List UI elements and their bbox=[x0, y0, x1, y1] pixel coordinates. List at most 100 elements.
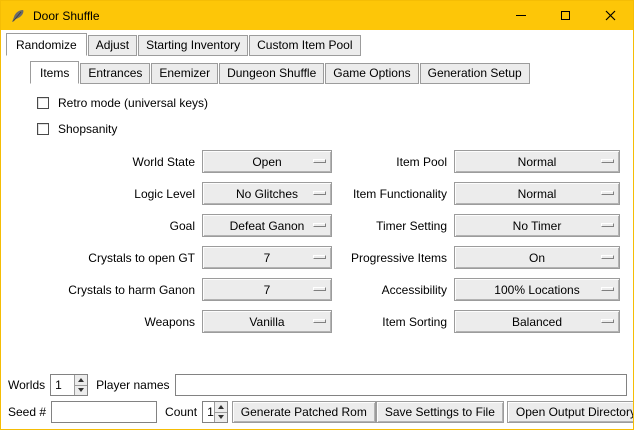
spin-down-arrow-icon bbox=[218, 415, 224, 419]
timer-setting-label: Timer Setting bbox=[339, 219, 447, 233]
spin-arrows bbox=[74, 375, 87, 395]
crystals-open-gt-dropdown[interactable]: 7 bbox=[202, 246, 332, 269]
world-state-value: Open bbox=[252, 155, 281, 169]
spin-up-arrow-icon bbox=[78, 378, 84, 382]
retro-mode-checkbox[interactable] bbox=[37, 97, 49, 109]
worlds-spinbox[interactable]: 1 bbox=[50, 374, 88, 396]
item-sorting-value: Balanced bbox=[512, 315, 562, 329]
crystals-harm-ganon-value: 7 bbox=[264, 283, 271, 297]
dropdown-indicator-icon bbox=[313, 191, 326, 195]
progressive-items-label: Progressive Items bbox=[339, 251, 447, 265]
goal-label: Goal bbox=[27, 219, 195, 233]
count-spinbox[interactable]: 1 bbox=[202, 401, 228, 423]
tab-randomize[interactable]: Randomize bbox=[6, 33, 87, 56]
dropdown-indicator-icon bbox=[601, 319, 614, 323]
accessibility-value: 100% Locations bbox=[494, 283, 579, 297]
feather-icon bbox=[10, 8, 26, 24]
tab-dungeon-shuffle[interactable]: Dungeon Shuffle bbox=[219, 63, 324, 84]
minimize-icon bbox=[516, 15, 526, 16]
progressive-items-dropdown[interactable]: On bbox=[454, 246, 620, 269]
item-functionality-label: Item Functionality bbox=[339, 187, 447, 201]
titlebar[interactable]: Door Shuffle bbox=[1, 1, 633, 30]
dropdown-indicator-icon bbox=[601, 255, 614, 259]
player-names-input[interactable] bbox=[175, 374, 628, 396]
item-pool-label: Item Pool bbox=[339, 155, 447, 169]
item-functionality-dropdown[interactable]: Normal bbox=[454, 182, 620, 205]
logic-level-dropdown[interactable]: No Glitches bbox=[202, 182, 332, 205]
secondary-tabs: Items Entrances Enemizer Dungeon Shuffle… bbox=[30, 61, 633, 84]
count-value: 1 bbox=[203, 402, 214, 422]
spin-arrows bbox=[214, 402, 227, 422]
shopsanity-checkbox[interactable] bbox=[37, 123, 49, 135]
item-sorting-label: Item Sorting bbox=[339, 315, 447, 329]
dropdown-indicator-icon bbox=[601, 223, 614, 227]
weapons-value: Vanilla bbox=[249, 315, 284, 329]
app-window: Door Shuffle Randomize Adjust Starting I… bbox=[0, 0, 634, 430]
retro-mode-row: Retro mode (universal keys) bbox=[37, 96, 633, 110]
shopsanity-label: Shopsanity bbox=[58, 122, 117, 136]
worlds-row: Worlds 1 Player names bbox=[8, 374, 627, 396]
maximize-button[interactable] bbox=[543, 1, 588, 30]
seed-input[interactable] bbox=[51, 401, 157, 423]
spin-down-button[interactable] bbox=[215, 413, 227, 423]
crystals-open-gt-label: Crystals to open GT bbox=[27, 251, 195, 265]
minimize-button[interactable] bbox=[498, 1, 543, 30]
crystals-open-gt-value: 7 bbox=[264, 251, 271, 265]
accessibility-dropdown[interactable]: 100% Locations bbox=[454, 278, 620, 301]
weapons-label: Weapons bbox=[27, 315, 195, 329]
tab-custom-item-pool[interactable]: Custom Item Pool bbox=[249, 35, 360, 56]
weapons-dropdown[interactable]: Vanilla bbox=[202, 310, 332, 333]
spin-up-arrow-icon bbox=[218, 405, 224, 409]
player-names-label: Player names bbox=[96, 378, 169, 392]
spin-down-button[interactable] bbox=[75, 386, 87, 396]
close-button[interactable] bbox=[588, 1, 633, 30]
world-state-dropdown[interactable]: Open bbox=[202, 150, 332, 173]
item-sorting-dropdown[interactable]: Balanced bbox=[454, 310, 620, 333]
dropdown-indicator-icon bbox=[313, 223, 326, 227]
tab-adjust[interactable]: Adjust bbox=[88, 35, 137, 56]
item-pool-value: Normal bbox=[518, 155, 557, 169]
primary-tabs: Randomize Adjust Starting Inventory Cust… bbox=[6, 33, 633, 56]
count-label: Count bbox=[165, 405, 197, 419]
tab-game-options[interactable]: Game Options bbox=[325, 63, 418, 84]
tab-enemizer[interactable]: Enemizer bbox=[151, 63, 218, 84]
item-functionality-value: Normal bbox=[518, 187, 557, 201]
worlds-label: Worlds bbox=[8, 378, 45, 392]
close-icon bbox=[605, 10, 616, 21]
dropdown-indicator-icon bbox=[601, 191, 614, 195]
dropdown-indicator-icon bbox=[313, 319, 326, 323]
caption-buttons bbox=[498, 1, 633, 30]
generate-patched-rom-button[interactable]: Generate Patched Rom bbox=[232, 401, 376, 423]
crystals-harm-ganon-label: Crystals to harm Ganon bbox=[27, 283, 195, 297]
window-title: Door Shuffle bbox=[33, 9, 100, 23]
spin-up-button[interactable] bbox=[215, 402, 227, 413]
logic-level-label: Logic Level bbox=[27, 187, 195, 201]
settings-grid: World State Open Item Pool Normal Logic … bbox=[27, 150, 633, 333]
dropdown-indicator-icon bbox=[313, 159, 326, 163]
spin-up-button[interactable] bbox=[75, 375, 87, 386]
tab-items[interactable]: Items bbox=[30, 61, 79, 84]
dropdown-indicator-icon bbox=[313, 287, 326, 291]
maximize-icon bbox=[561, 11, 570, 20]
timer-setting-value: No Timer bbox=[513, 219, 562, 233]
worlds-value: 1 bbox=[51, 375, 74, 395]
tab-generation-setup[interactable]: Generation Setup bbox=[420, 63, 530, 84]
progressive-items-value: On bbox=[529, 251, 545, 265]
tab-starting-inventory[interactable]: Starting Inventory bbox=[138, 35, 248, 56]
dropdown-indicator-icon bbox=[313, 255, 326, 259]
tab-entrances[interactable]: Entrances bbox=[80, 63, 150, 84]
shopsanity-row: Shopsanity bbox=[37, 122, 633, 136]
retro-mode-label: Retro mode (universal keys) bbox=[58, 96, 208, 110]
timer-setting-dropdown[interactable]: No Timer bbox=[454, 214, 620, 237]
open-output-directory-button[interactable]: Open Output Directory bbox=[507, 401, 634, 423]
save-settings-button[interactable]: Save Settings to File bbox=[376, 401, 504, 423]
item-pool-dropdown[interactable]: Normal bbox=[454, 150, 620, 173]
dropdown-indicator-icon bbox=[601, 287, 614, 291]
seed-label: Seed # bbox=[8, 405, 46, 419]
goal-dropdown[interactable]: Defeat Ganon bbox=[202, 214, 332, 237]
crystals-harm-ganon-dropdown[interactable]: 7 bbox=[202, 278, 332, 301]
dropdown-indicator-icon bbox=[601, 159, 614, 163]
world-state-label: World State bbox=[27, 155, 195, 169]
accessibility-label: Accessibility bbox=[339, 283, 447, 297]
generation-row: Seed # Count 1 Generate Patched Rom Save… bbox=[8, 401, 627, 423]
